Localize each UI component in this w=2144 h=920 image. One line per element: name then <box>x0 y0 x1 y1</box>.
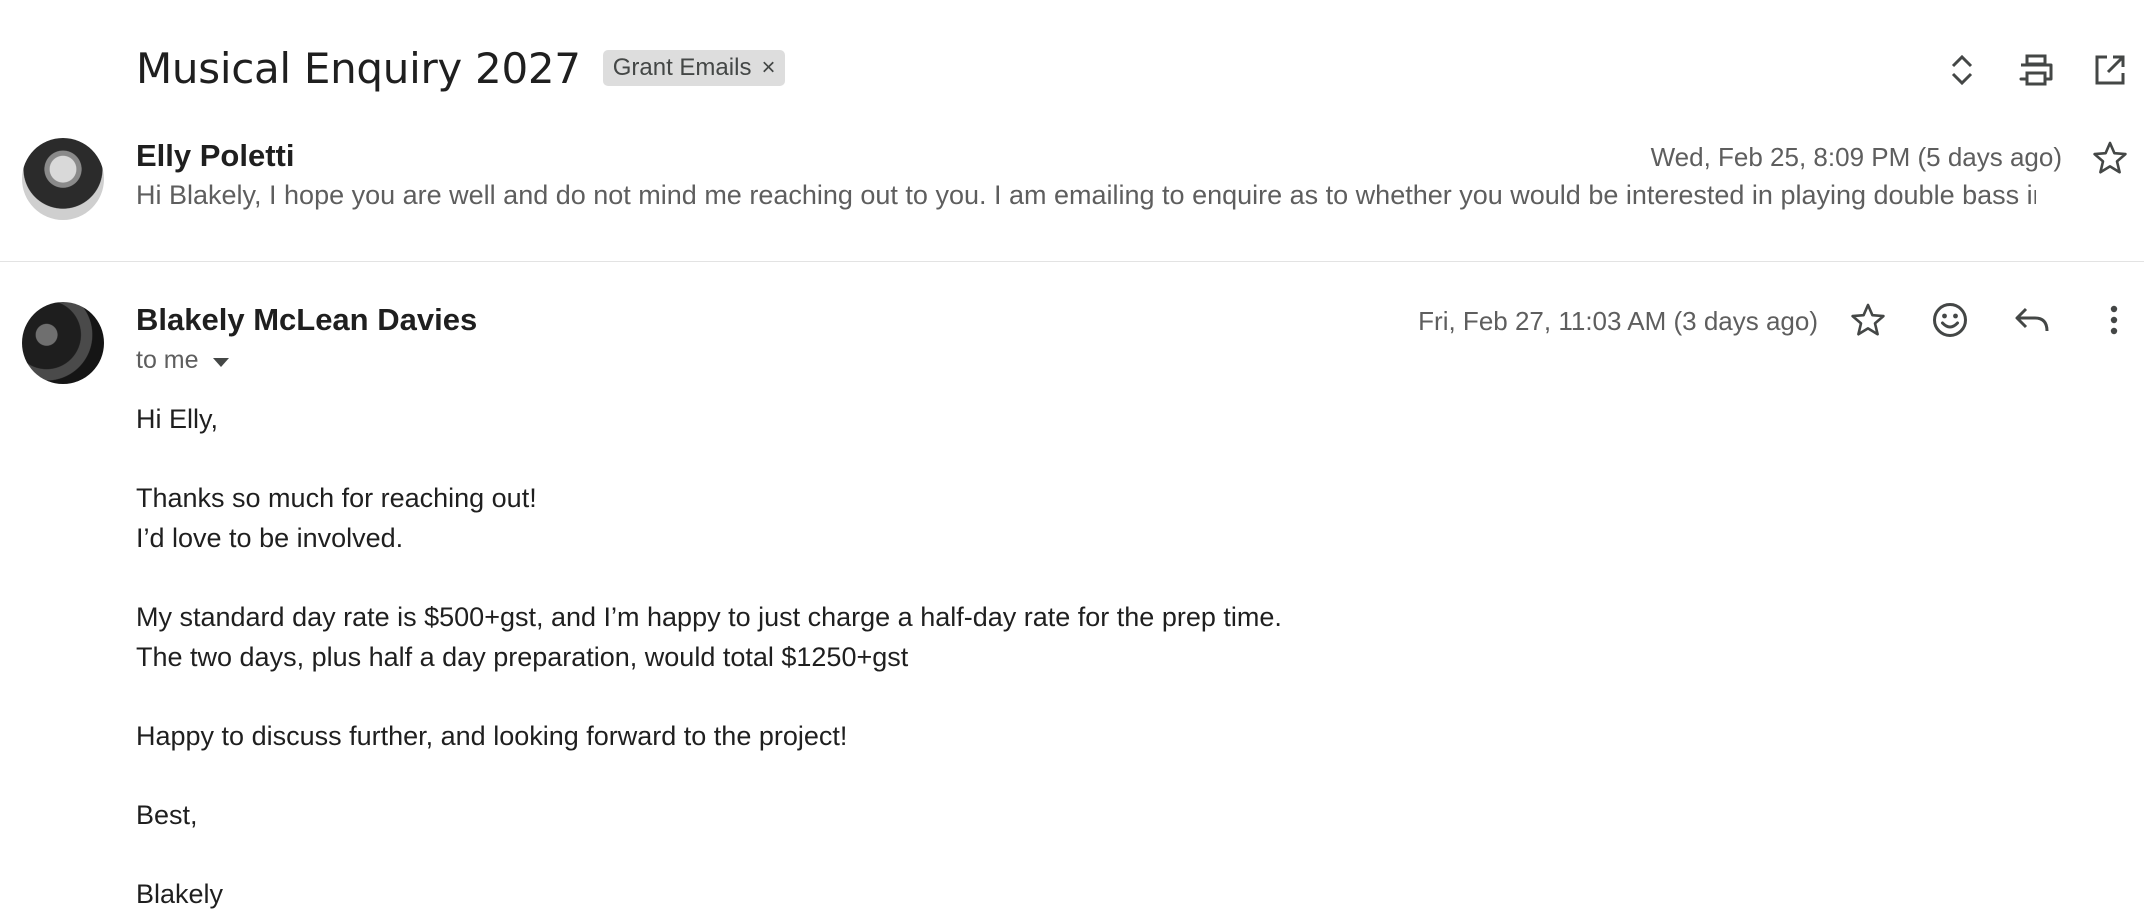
message-date: Fri, Feb 27, 11:03 AM (3 days ago) <box>1418 306 1818 336</box>
body-line: I’d love to be involved. <box>136 522 404 553</box>
signature: Blakely <box>136 879 224 910</box>
star-icon[interactable] <box>1844 296 1892 344</box>
sender-avatar <box>22 302 104 384</box>
body-line: The two days, plus half a day preparatio… <box>136 641 909 672</box>
emoji-reaction-icon[interactable] <box>1926 296 1974 344</box>
recipient-details-toggle[interactable]: to me <box>136 346 229 375</box>
chevron-down-icon <box>212 357 229 367</box>
message-collapsed[interactable]: Elly Poletti Wed, Feb 25, 8:09 PM (5 day… <box>0 124 2144 262</box>
body-line: Happy to discuss further, and looking fo… <box>136 720 848 751</box>
expand-collapse-icon[interactable] <box>1938 46 1986 94</box>
message-date: Wed, Feb 25, 8:09 PM (5 days ago) <box>1650 142 2062 172</box>
message-expanded: Blakely McLean Davies Fri, Feb 27, 11:03… <box>0 262 2144 920</box>
thread-subject: Musical Enquiry 2027 <box>136 43 581 93</box>
open-in-new-window-icon[interactable] <box>2086 46 2134 94</box>
print-icon[interactable] <box>2012 46 2060 94</box>
body-line: My standard day rate is $500+gst, and I’… <box>136 601 1282 632</box>
body-line: Best, <box>136 799 198 830</box>
message-actions <box>1810 296 2144 344</box>
sender-name: Blakely McLean Davies <box>136 302 478 337</box>
sender-avatar <box>22 138 104 220</box>
message-body: Hi Elly, Thanks so much for reaching out… <box>136 400 1936 915</box>
sender-name: Elly Poletti <box>136 138 295 173</box>
body-line: Hi Elly, <box>136 404 219 434</box>
message-snippet: Hi Blakely, I hope you are well and do n… <box>136 180 2036 210</box>
thread-header: Musical Enquiry 2027 Grant Emails × <box>136 36 786 100</box>
remove-label-icon[interactable]: × <box>761 56 775 80</box>
label-chip-text: Grant Emails <box>612 54 752 81</box>
email-thread-view: Musical Enquiry 2027 Grant Emails × Elly… <box>0 0 2144 920</box>
star-icon[interactable] <box>2086 134 2134 182</box>
more-options-icon[interactable] <box>2090 296 2138 344</box>
label-chip-grant-emails[interactable]: Grant Emails × <box>602 50 786 86</box>
body-line: Thanks so much for reaching out! <box>136 483 537 514</box>
recipient-text: to me <box>136 346 199 374</box>
thread-toolbar <box>1912 46 2144 94</box>
reply-icon[interactable] <box>2008 296 2056 344</box>
